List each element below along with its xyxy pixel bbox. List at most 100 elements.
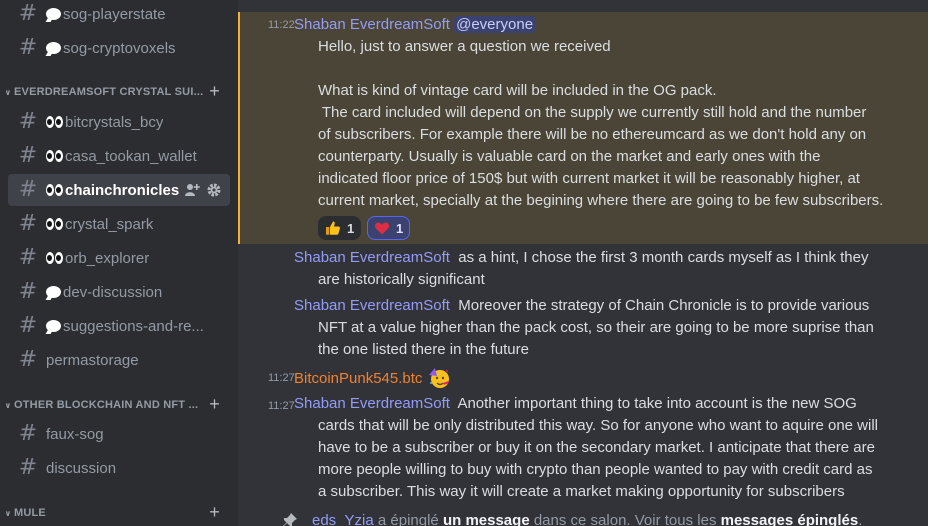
chevron-down-icon: ∨: [4, 400, 12, 410]
text-channel-icon: #: [18, 421, 38, 446]
speech-balloon-icon: [46, 40, 61, 56]
channel-item-faux-sog[interactable]: # faux-sog: [8, 418, 230, 450]
channel-item-orb-explorer[interactable]: # orb_explorer: [8, 242, 230, 274]
text-channel-icon: #: [18, 313, 38, 338]
channel-sidebar: # sog-playerstate # sog-cryptovoxels ∨ E…: [0, 0, 238, 526]
channel-item-discussion[interactable]: # discussion: [8, 452, 230, 484]
author-name[interactable]: Shaban EverdreamSoft: [294, 297, 450, 314]
author-name[interactable]: Shaban EverdreamSoft: [294, 16, 450, 33]
channel-item-dev-discussion[interactable]: # dev-discussion: [8, 276, 230, 308]
message-line: the one listed there in the future: [318, 341, 529, 358]
text-channel-icon: #: [18, 245, 38, 270]
message-line: current market, specially at the beginin…: [318, 192, 884, 209]
speech-balloon-icon: [46, 318, 61, 334]
reaction-red-heart[interactable]: 1: [367, 216, 411, 240]
red-heart-icon: [374, 222, 390, 235]
pin-text: dans ce salon. Voir tous les: [533, 512, 717, 526]
message-line: have to be a subscriber or buy it on the…: [318, 439, 875, 456]
channel-label: orb_explorer: [65, 249, 150, 267]
reaction-count: 1: [347, 220, 355, 236]
message-line: are historically significant: [318, 271, 485, 288]
message-text[interactable]: Shaban EverdreamSoft as a hint, I chose …: [294, 247, 868, 291]
speech-balloon-icon: [46, 284, 61, 300]
pinned-message-link[interactable]: un message: [443, 512, 530, 526]
partying-face-icon[interactable]: [428, 367, 450, 389]
channel-label: bitcrystals_bcy: [65, 113, 164, 131]
category-everdreamsoft-crystal[interactable]: ∨ EVERDREAMSOFT CRYSTAL SUI... +: [2, 81, 222, 102]
message-timestamp: 11:27: [268, 372, 295, 384]
text-channel-icon: #: [18, 211, 38, 236]
gear-icon[interactable]: [206, 182, 222, 198]
author-name[interactable]: Shaban EverdreamSoft: [294, 395, 450, 412]
channel-item-crystal-spark[interactable]: # crystal_spark: [8, 208, 230, 240]
text-channel-icon: #: [18, 177, 38, 202]
create-invite-icon[interactable]: [184, 182, 200, 198]
message-line: Moreover the strategy of Chain Chronicle…: [458, 297, 870, 314]
message-text[interactable]: Shaban EverdreamSoft Moreover the strate…: [294, 295, 874, 361]
text-channel-icon: #: [18, 455, 38, 480]
message-line: as a hint, I chose the first 3 month car…: [458, 249, 869, 266]
category-other-blockchain[interactable]: ∨ OTHER BLOCKCHAIN AND NFT ... +: [2, 394, 222, 415]
create-channel-plus-icon[interactable]: +: [209, 81, 220, 102]
message-line: The card included will depend on the sup…: [318, 104, 867, 121]
author-name[interactable]: Shaban EverdreamSoft: [294, 249, 450, 266]
text-channel-icon: #: [18, 143, 38, 168]
pin-text-end: .: [858, 512, 863, 526]
message-header: BitcoinPunk545.btc: [294, 367, 450, 389]
text-channel-icon: #: [18, 1, 38, 26]
category-label: EVERDREAMSOFT CRYSTAL SUI...: [14, 86, 204, 98]
channel-label: chainchronicles: [65, 181, 180, 199]
message-line: a subscriber. This way it will create a …: [318, 483, 845, 500]
eyes-icon: [46, 182, 63, 198]
channel-item-casa-tookan-wallet[interactable]: # casa_tookan_wallet: [8, 140, 230, 172]
channel-item-suggestions[interactable]: # suggestions-and-re...: [8, 310, 230, 342]
message-line: counterparty. Usually is valuable card o…: [318, 148, 821, 165]
category-label: MULE: [14, 507, 46, 519]
pin-user-name[interactable]: eds_Yzia: [312, 512, 374, 526]
message-line: cards that will be only distributed this…: [318, 417, 879, 434]
reaction-count: 1: [396, 220, 404, 236]
message-text[interactable]: Shaban EverdreamSoft Another important t…: [294, 393, 878, 503]
channel-item-chainchronicles[interactable]: # chainchronicles: [8, 174, 230, 206]
eyes-icon: [46, 114, 63, 130]
reaction-thumbs-up[interactable]: 1: [318, 216, 362, 240]
thumbs-up-icon: [326, 221, 340, 235]
message-timestamp: 11:27: [268, 400, 295, 412]
create-channel-plus-icon[interactable]: +: [209, 502, 220, 523]
channel-label: crystal_spark: [65, 215, 154, 233]
channel-label: discussion: [46, 459, 117, 477]
message-line: Hello, just to answer a question we rece…: [318, 38, 611, 55]
channel-label: faux-sog: [46, 425, 104, 443]
pin-text: a épinglé: [377, 512, 439, 526]
text-channel-icon: #: [18, 109, 38, 134]
eyes-icon: [46, 250, 63, 266]
create-channel-plus-icon[interactable]: +: [209, 394, 220, 415]
eyes-icon: [46, 148, 63, 164]
message-header: Shaban EverdreamSoft @everyone: [294, 16, 536, 33]
channel-item-permastorage[interactable]: # permastorage: [8, 344, 230, 376]
message-line: of subscribers. For example there will b…: [318, 126, 867, 143]
text-channel-icon: #: [18, 35, 38, 60]
pinned-messages-link[interactable]: messages épinglés: [721, 512, 859, 526]
channel-label: sog-cryptovoxels: [63, 39, 176, 57]
category-label: OTHER BLOCKCHAIN AND NFT ...: [14, 399, 199, 411]
channel-label: suggestions-and-re...: [63, 317, 204, 335]
author-name[interactable]: BitcoinPunk545.btc: [294, 370, 422, 387]
message-text[interactable]: Hello, just to answer a question we rece…: [318, 36, 883, 212]
message-line: Another important thing to take into acc…: [457, 395, 857, 412]
pin-icon: [283, 513, 297, 526]
channel-item-sog-playerstate[interactable]: # sog-playerstate: [8, 0, 230, 30]
everyone-mention[interactable]: @everyone: [454, 16, 536, 33]
message-list: 11:22 Shaban EverdreamSoft @everyone Hel…: [238, 0, 928, 526]
category-mule[interactable]: ∨ MULE +: [2, 502, 222, 523]
message-timestamp: 11:22: [268, 19, 295, 31]
channel-label: permastorage: [46, 351, 139, 369]
message-line: indicated floor price of 150$ but with c…: [318, 170, 860, 187]
chevron-down-icon: ∨: [4, 508, 12, 518]
message-line: What is kind of vintage card will be inc…: [318, 82, 717, 99]
message-line: [318, 58, 883, 80]
channel-item-sog-cryptovoxels[interactable]: # sog-cryptovoxels: [8, 32, 230, 64]
speech-balloon-icon: [46, 6, 61, 22]
channel-item-bitcrystals-bcy[interactable]: # bitcrystals_bcy: [8, 106, 230, 138]
system-pin-message: eds_Yzia a épinglé un message dans ce sa…: [312, 510, 862, 526]
